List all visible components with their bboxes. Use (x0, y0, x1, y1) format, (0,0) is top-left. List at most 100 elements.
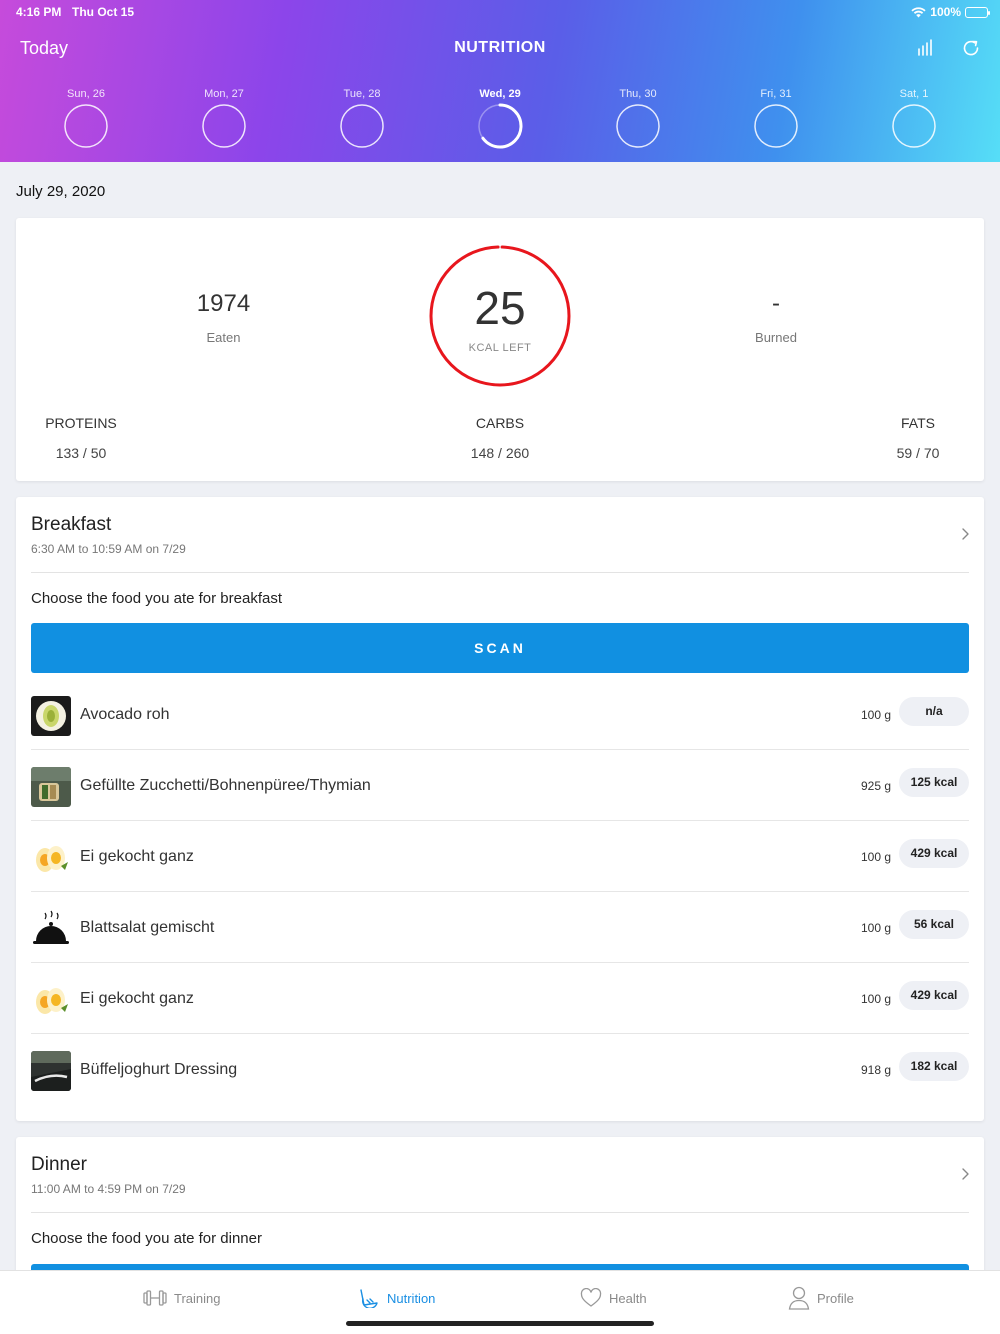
macro-label: CARBS (475, 415, 525, 431)
scan-button[interactable]: SCAN (31, 623, 969, 673)
macro-label: PROTEINS (45, 415, 117, 431)
dinner-card: Dinner 11:00 AM to 4:59 PM on 7/29 Choos… (16, 1137, 984, 1287)
macro-value: 59 / 70 (896, 445, 940, 461)
tab-label: Training (174, 1290, 221, 1306)
meal-prompt: Choose the food you ate for breakfast (31, 590, 282, 607)
food-amount: 918 g (860, 1063, 891, 1077)
chevron-right-icon[interactable] (960, 527, 970, 541)
dumbbell-icon (143, 1290, 167, 1306)
food-amount: 100 g (860, 921, 891, 935)
meal-title[interactable]: Dinner (31, 1154, 87, 1176)
avocado-icon (31, 696, 71, 736)
macro-fats: FATS 59 / 70 (858, 415, 978, 461)
food-name: Gefüllte Zucchetti/Bohnenpüree/Thymian (80, 777, 371, 794)
day-progress-ring (202, 104, 246, 148)
battery-icon (965, 6, 990, 18)
day-progress-ring (477, 103, 523, 149)
tab-label: Profile (817, 1290, 854, 1306)
day-6[interactable]: Sat, 1 (869, 88, 959, 149)
food-name: Ei gekocht ganz (80, 848, 194, 865)
tab-nutrition[interactable]: Nutrition (358, 1285, 435, 1311)
status-right: 100% (911, 5, 990, 19)
day-label: Sun, 26 (67, 88, 105, 100)
tab-label: Health (609, 1290, 647, 1306)
eaten-value: 1974 (196, 290, 251, 317)
burned-value: - (772, 290, 780, 317)
food-kcal-badge: n/a (899, 697, 969, 726)
day-4[interactable]: Thu, 30 (593, 88, 683, 149)
wifi-icon (911, 6, 926, 17)
food-row[interactable]: Avocado roh 100 g n/a (31, 679, 969, 750)
food-amount: 100 g (860, 992, 891, 1006)
breakfast-card: Breakfast 6:30 AM to 10:59 AM on 7/29 Ch… (16, 497, 984, 1121)
heart-icon (580, 1288, 602, 1307)
day-label: Thu, 30 (619, 88, 657, 100)
date-heading: July 29, 2020 (16, 183, 106, 200)
cloche-icon (31, 909, 71, 949)
stats-icon[interactable] (916, 38, 936, 58)
meal-time-range: 6:30 AM to 10:59 AM on 7/29 (31, 542, 186, 556)
food-kcal-badge: 56 kcal (899, 910, 969, 939)
food-kcal-badge: 182 kcal (899, 1052, 969, 1081)
food-name: Blattsalat gemischt (80, 919, 215, 936)
zucchini-dish-icon (31, 767, 71, 807)
macro-value: 133 / 50 (55, 445, 107, 461)
day-1[interactable]: Mon, 27 (179, 88, 269, 149)
day-label: Mon, 27 (204, 88, 244, 100)
food-kcal-badge: 125 kcal (899, 768, 969, 797)
macro-carbs: CARBS 148 / 260 (440, 415, 560, 461)
meal-title[interactable]: Breakfast (31, 514, 111, 536)
day-label: Wed, 29 (479, 88, 521, 100)
food-row[interactable]: Ei gekocht ganz 100 g 429 kcal (31, 821, 969, 892)
food-amount: 925 g (860, 779, 891, 793)
day-3[interactable]: Wed, 29 (455, 88, 545, 149)
day-progress-ring (64, 104, 108, 148)
week-day-strip: Sun, 26 Mon, 27 Tue, 28 Wed, 29 Thu, 30 Fri, … (0, 88, 1000, 150)
egg-icon (31, 838, 71, 878)
profile-icon (788, 1286, 810, 1310)
day-progress-ring (754, 104, 798, 148)
day-label: Sat, 1 (899, 88, 929, 100)
nutrition-header: 4:16 PM Thu Oct 15 100% Today NUTRITION … (0, 0, 1000, 162)
kcal-left-label: KCAL LEFT (468, 342, 532, 354)
food-name: Avocado roh (80, 706, 170, 723)
tab-profile[interactable]: Profile (788, 1285, 854, 1311)
meal-time-range: 11:00 AM to 4:59 PM on 7/29 (31, 1182, 186, 1196)
refresh-icon[interactable] (961, 38, 981, 58)
tab-label: Nutrition (387, 1290, 436, 1306)
food-kcal-badge: 429 kcal (899, 839, 969, 868)
food-amount: 100 g (860, 708, 891, 722)
food-name: Ei gekocht ganz (80, 990, 194, 1007)
food-amount: 100 g (860, 850, 891, 864)
page-title: NUTRITION (454, 39, 546, 56)
food-row[interactable]: Ei gekocht ganz 100 g 429 kcal (31, 963, 969, 1034)
day-5[interactable]: Fri, 31 (731, 88, 821, 149)
dressing-icon (31, 1051, 71, 1091)
day-progress-ring (616, 104, 660, 148)
status-time: 4:16 PM (16, 5, 62, 19)
calorie-summary-card: 1974 Eaten 25 KCAL LEFT - Burned PROTEIN… (16, 218, 984, 481)
food-kcal-badge: 429 kcal (899, 981, 969, 1010)
day-label: Tue, 28 (343, 88, 381, 100)
day-label: Fri, 31 (760, 88, 792, 100)
status-bar: 4:16 PM Thu Oct 15 100% (16, 5, 990, 21)
food-row[interactable]: Gefüllte Zucchetti/Bohnenpüree/Thymian 9… (31, 750, 969, 821)
home-indicator (346, 1321, 654, 1326)
battery-percent: 100% (930, 5, 961, 19)
divider (31, 572, 969, 573)
eaten-label: Eaten (206, 330, 241, 345)
day-2[interactable]: Tue, 28 (317, 88, 407, 149)
macro-proteins: PROTEINS 133 / 50 (21, 415, 141, 461)
tab-training[interactable]: Training (143, 1285, 220, 1311)
food-row[interactable]: Blattsalat gemischt 100 g 56 kcal (31, 892, 969, 963)
macro-label: FATS (901, 415, 935, 431)
food-name: Büffeljoghurt Dressing (80, 1061, 238, 1078)
chevron-right-icon[interactable] (960, 1167, 970, 1181)
divider (31, 1212, 969, 1213)
day-0[interactable]: Sun, 26 (41, 88, 131, 149)
status-date: Thu Oct 15 (72, 5, 135, 19)
kcal-left-value: 25 (474, 282, 526, 334)
food-row[interactable]: Büffeljoghurt Dressing 918 g 182 kcal (31, 1034, 969, 1105)
egg-icon (31, 980, 71, 1020)
tab-health[interactable]: Health (580, 1285, 647, 1311)
